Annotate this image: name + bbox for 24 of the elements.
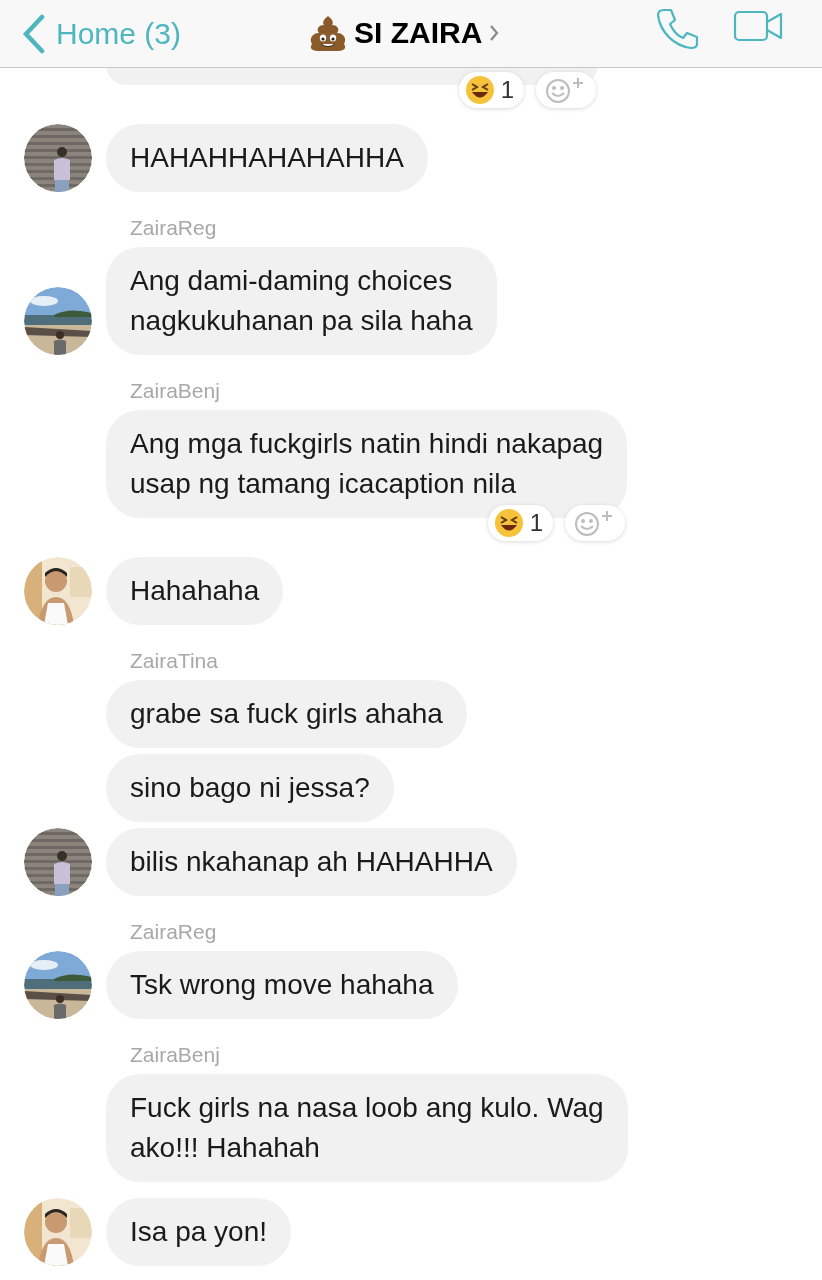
add-reaction-button[interactable] (565, 505, 626, 541)
video-camera-icon[interactable] (733, 10, 785, 42)
reaction-badge[interactable]: 1 (458, 72, 524, 108)
message-bubble: sino bago ni jessa? (106, 754, 394, 822)
sender-name: ZairaBenj (130, 380, 220, 402)
laughing-face-icon (464, 75, 495, 105)
sender-name: ZairaReg (130, 217, 217, 239)
message-bubble: Tsk wrong move hahaha (106, 951, 458, 1019)
laughing-face-icon (493, 508, 524, 538)
message-bubble: grabe sa fuck girls ahaha (106, 680, 467, 748)
poop-emoji-icon (308, 13, 348, 52)
message-bubble: Hahahaha (106, 557, 284, 625)
sender-name: ZairaTina (130, 650, 218, 672)
conversation-title[interactable]: SI ZAIRA (308, 10, 501, 55)
sender-name: ZairaBenj (130, 1044, 220, 1066)
back-chevron-icon (22, 13, 46, 54)
message-bubble: HAHAHHAHAHAHHA (106, 124, 428, 192)
message-bubble: Ang dami-daming choices nagkukuhanan pa sila haha (106, 247, 497, 355)
add-reaction-button[interactable] (536, 72, 596, 108)
message-bubble: Isa pa yon! (106, 1198, 291, 1266)
message-bubble: bilis nkahanap ah HAHAHHA (106, 828, 517, 896)
phone-icon[interactable] (656, 6, 700, 50)
sender-name: ZairaReg (130, 921, 217, 943)
message-bubble: Fuck girls na nasa loob ang kulo. Wag ako!!! Hahahah (106, 1074, 628, 1182)
